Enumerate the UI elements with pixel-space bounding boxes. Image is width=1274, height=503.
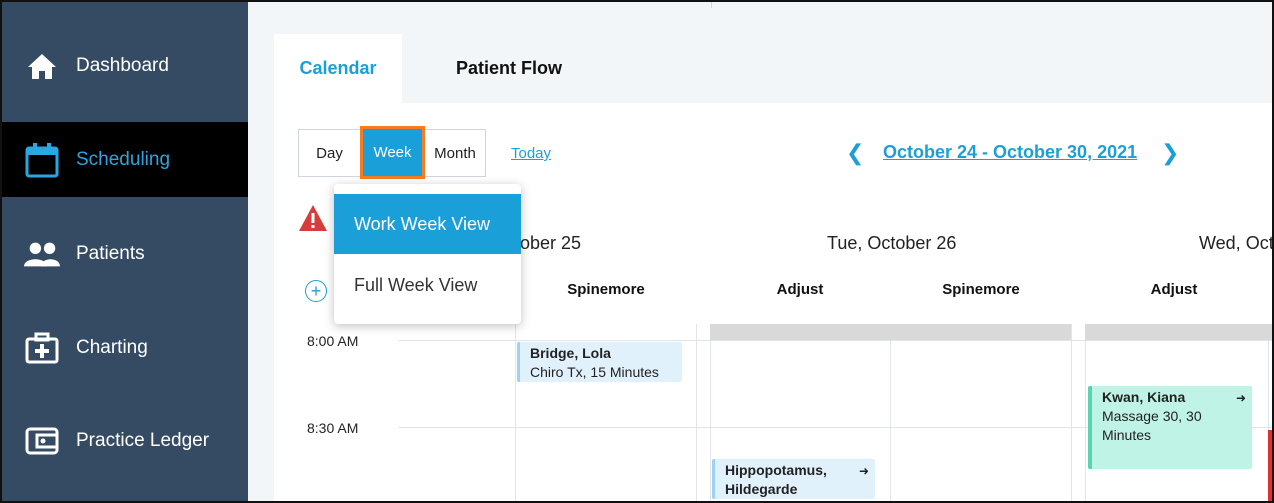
divider bbox=[711, 2, 712, 8]
wallet-icon bbox=[24, 423, 60, 459]
column-header: Spinemore bbox=[567, 281, 645, 298]
column-divider bbox=[710, 340, 711, 501]
sidebar-item-charting[interactable]: Charting bbox=[2, 310, 248, 385]
sidebar-item-label: Dashboard bbox=[76, 54, 169, 76]
home-icon bbox=[24, 48, 60, 84]
day-header-bar bbox=[1085, 324, 1272, 340]
day-view-button[interactable]: Day bbox=[299, 130, 361, 176]
appointment-card[interactable]: ➜ Hippopotamus, Hildegarde bbox=[712, 459, 875, 499]
sidebar-item-dashboard[interactable]: Dashboard bbox=[2, 28, 248, 103]
today-link[interactable]: Today bbox=[511, 145, 551, 162]
full-week-view-option[interactable]: Full Week View bbox=[334, 255, 521, 315]
sidebar-item-practice-ledger[interactable]: Practice Ledger bbox=[2, 403, 248, 478]
date-range-link[interactable]: October 24 - October 30, 2021 bbox=[883, 142, 1137, 163]
add-icon[interactable]: + bbox=[305, 280, 327, 302]
column-header: Spinemore bbox=[942, 281, 1020, 298]
appointment-card-edge bbox=[1268, 430, 1272, 501]
sidebar-item-label: Patients bbox=[76, 242, 145, 264]
appointment-detail: Massage 30, 30 bbox=[1102, 408, 1202, 424]
month-view-button[interactable]: Month bbox=[424, 130, 486, 176]
column-divider bbox=[1071, 324, 1072, 501]
tab-bar: Calendar Patient Flow bbox=[274, 34, 1272, 103]
column-divider bbox=[890, 340, 891, 501]
column-header: Adjust bbox=[1150, 281, 1198, 298]
sidebar-item-patients[interactable]: Patients bbox=[2, 216, 248, 291]
column-header: Adjust bbox=[776, 281, 824, 298]
tab-calendar[interactable]: Calendar bbox=[274, 34, 402, 103]
calendar-icon bbox=[24, 142, 60, 178]
appointment-detail: Hildegarde bbox=[725, 481, 798, 497]
appointment-name: Hippopotamus, bbox=[725, 462, 827, 478]
warning-icon bbox=[298, 204, 328, 232]
view-dropdown-menu: Work Week View Full Week View bbox=[334, 184, 521, 324]
column-divider bbox=[696, 324, 697, 501]
work-week-view-option[interactable]: Work Week View bbox=[334, 194, 521, 254]
app-frame: Dashboard Scheduling Patients Charting P… bbox=[2, 2, 1272, 501]
appointment-detail: Chiro Tx, 15 Minutes bbox=[530, 364, 659, 380]
sidebar-item-label: Practice Ledger bbox=[76, 429, 210, 451]
users-icon bbox=[24, 236, 60, 272]
day-header: Wed, Oct bbox=[1199, 233, 1272, 253]
appointment-card[interactable]: Bridge, Lola Chiro Tx, 15 Minutes bbox=[517, 342, 682, 382]
week-view-button[interactable]: Week bbox=[360, 126, 425, 179]
column-divider bbox=[1085, 340, 1086, 501]
day-header-bar bbox=[710, 324, 1071, 340]
medical-kit-icon bbox=[24, 330, 60, 366]
appointment-detail: Minutes bbox=[1102, 427, 1152, 443]
time-gridline bbox=[398, 340, 1272, 341]
sidebar-item-scheduling[interactable]: Scheduling bbox=[2, 122, 248, 197]
tab-patient-flow[interactable]: Patient Flow bbox=[424, 34, 594, 103]
chevron-left-icon[interactable]: ❮ bbox=[846, 140, 864, 166]
appointment-card[interactable]: ➜ Kwan, Kiana Massage 30, 30 Minutes bbox=[1088, 386, 1252, 469]
checkout-icon: ➜ bbox=[1235, 391, 1246, 405]
sidebar: Dashboard Scheduling Patients Charting P… bbox=[2, 2, 248, 501]
checkout-icon: ➜ bbox=[858, 464, 869, 478]
column-divider bbox=[515, 324, 516, 501]
day-header: Tue, October 26 bbox=[827, 233, 957, 253]
sidebar-item-label: Scheduling bbox=[76, 148, 171, 170]
appointment-name: Bridge, Lola bbox=[530, 345, 611, 361]
chevron-right-icon[interactable]: ❯ bbox=[1161, 140, 1179, 166]
appointment-name: Kwan, Kiana bbox=[1102, 389, 1186, 405]
time-label: 8:00 AM bbox=[307, 333, 359, 349]
sidebar-item-label: Charting bbox=[76, 336, 148, 358]
time-label: 8:30 AM bbox=[307, 420, 359, 436]
